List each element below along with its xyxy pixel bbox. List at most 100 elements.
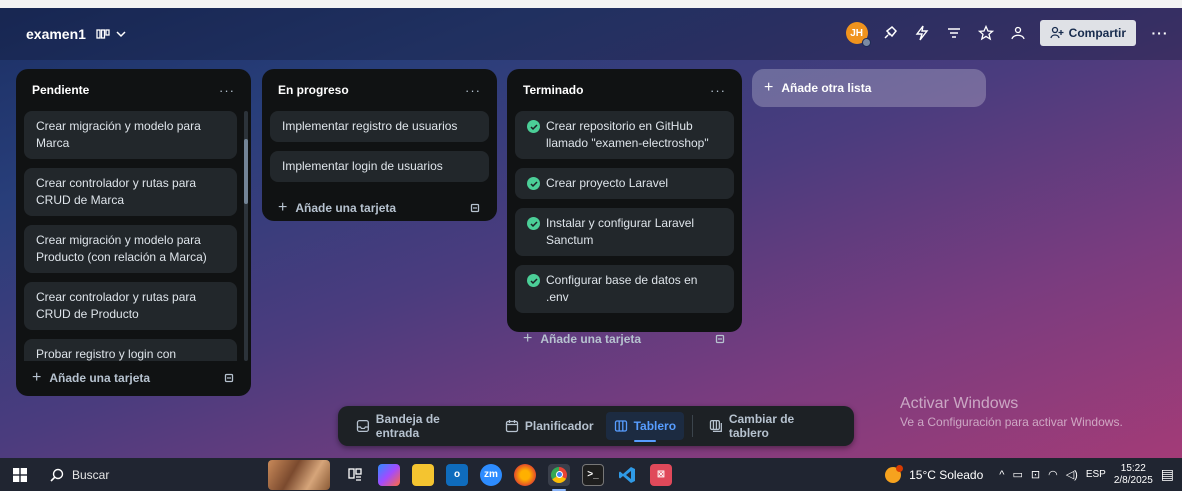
list-scrollbar[interactable] bbox=[244, 111, 248, 361]
card[interactable]: Crear proyecto Laravel bbox=[515, 168, 734, 199]
notifications-icon[interactable]: ▤ bbox=[1161, 466, 1174, 483]
list-menu-button[interactable]: ··· bbox=[710, 83, 726, 98]
chevron-down-icon bbox=[116, 31, 126, 38]
add-list-label: Añade otra lista bbox=[781, 81, 872, 95]
inbox-icon bbox=[356, 419, 369, 433]
volume-icon[interactable]: ◁) bbox=[1066, 468, 1078, 481]
star-icon[interactable] bbox=[976, 23, 996, 43]
plus-icon: + bbox=[764, 79, 774, 96]
add-card-label: Añade una tarjeta bbox=[540, 332, 642, 346]
weather-text[interactable]: 15°C Soleado bbox=[909, 468, 983, 482]
board-title[interactable]: examen1 bbox=[26, 26, 86, 42]
card-title: Crear repositorio en GitHub llamado "exa… bbox=[546, 119, 709, 150]
add-card-row: + Añade una tarjeta bbox=[515, 322, 734, 356]
divider bbox=[692, 415, 694, 437]
board-header: examen1 JH Compartir ··· bbox=[0, 8, 1182, 60]
xampp-icon[interactable]: ⊠ bbox=[650, 463, 672, 486]
vscode-icon[interactable] bbox=[616, 464, 638, 486]
card[interactable]: Crear controlador y rutas para CRUD de P… bbox=[24, 282, 237, 330]
list-title[interactable]: Pendiente bbox=[32, 83, 89, 97]
member-avatar[interactable]: JH bbox=[845, 22, 871, 47]
zoom-icon[interactable]: zm bbox=[480, 463, 502, 486]
inbox-button[interactable]: Bandeja de entrada bbox=[348, 412, 493, 440]
complete-check-icon[interactable] bbox=[527, 274, 540, 287]
plus-icon: + bbox=[278, 199, 288, 216]
add-person-icon bbox=[1050, 26, 1064, 39]
weather-alert-badge bbox=[896, 464, 904, 472]
chrome-icon[interactable] bbox=[548, 463, 570, 491]
template-icon[interactable] bbox=[714, 333, 726, 345]
taskbar-search[interactable]: Buscar bbox=[40, 458, 230, 491]
battery-icon[interactable]: ▭ bbox=[1012, 468, 1022, 481]
chevron-up-icon[interactable]: ^ bbox=[999, 469, 1004, 481]
file-explorer-icon[interactable] bbox=[412, 463, 434, 486]
card[interactable]: Crear controlador y rutas para CRUD de M… bbox=[24, 168, 237, 216]
list-title[interactable]: En progreso bbox=[278, 83, 349, 97]
card[interactable]: Probar registro y login con bbox=[24, 339, 237, 361]
avatar-badge bbox=[861, 38, 871, 47]
search-highlight-image[interactable] bbox=[268, 459, 330, 490]
search-icon bbox=[50, 468, 64, 482]
card[interactable]: Crear migración y modelo para Marca bbox=[24, 111, 237, 159]
filter-icon[interactable] bbox=[944, 23, 964, 43]
planner-button[interactable]: Planificador bbox=[497, 412, 602, 440]
complete-check-icon[interactable] bbox=[527, 217, 540, 230]
board-menu-button[interactable]: ··· bbox=[1148, 21, 1172, 45]
add-card-row: + Añade una tarjeta bbox=[270, 191, 489, 225]
card-title: Instalar y configurar Laravel Sanctum bbox=[546, 216, 695, 247]
clock-date: 2/8/2025 bbox=[1113, 474, 1153, 486]
template-icon[interactable] bbox=[469, 202, 481, 214]
board-button[interactable]: Tablero bbox=[605, 412, 685, 442]
window-top-strip bbox=[0, 0, 1182, 8]
inbox-label: Bandeja de entrada bbox=[375, 412, 440, 440]
complete-check-icon[interactable] bbox=[527, 120, 540, 133]
power-ups-icon[interactable] bbox=[880, 23, 900, 43]
board-icon bbox=[614, 420, 627, 432]
board-label: Tablero bbox=[633, 419, 677, 433]
plus-icon: + bbox=[32, 369, 42, 386]
header-actions: JH Compartir ··· bbox=[845, 20, 1172, 47]
weather-sun-icon[interactable] bbox=[885, 464, 904, 483]
complete-check-icon[interactable] bbox=[527, 177, 540, 190]
language-indicator[interactable]: ESP bbox=[1086, 469, 1106, 480]
add-card-button[interactable]: + Añade una tarjeta bbox=[278, 199, 396, 216]
list-header: Terminado ··· bbox=[515, 69, 734, 111]
outlook-icon[interactable]: o bbox=[446, 463, 468, 486]
card-title: Crear proyecto Laravel bbox=[546, 176, 669, 190]
firefox-icon[interactable] bbox=[514, 463, 536, 486]
board-view-switcher[interactable] bbox=[96, 28, 126, 40]
switch-board-button[interactable]: Cambiar de tablero bbox=[701, 412, 844, 440]
clock[interactable]: 15:22 2/8/2025 bbox=[1114, 463, 1153, 487]
system-tray: 15°C Soleado ^ ▭ ⊡ ◠ ◁) ESP 15:22 2/8/20… bbox=[885, 458, 1174, 491]
terminal-icon[interactable]: >_ bbox=[582, 463, 604, 486]
copilot-icon[interactable] bbox=[378, 463, 400, 486]
scrollbar-thumb[interactable] bbox=[244, 139, 248, 204]
network-icon[interactable]: ◠ bbox=[1048, 468, 1058, 481]
task-view-icon[interactable] bbox=[344, 464, 366, 486]
add-card-row: + Añade una tarjeta bbox=[24, 361, 243, 395]
list-pendiente: Pendiente ··· Crear migración y modelo p… bbox=[16, 69, 251, 396]
add-card-button[interactable]: + Añade una tarjeta bbox=[523, 331, 642, 347]
list-menu-button[interactable]: ··· bbox=[465, 83, 481, 98]
share-button[interactable]: Compartir bbox=[1039, 20, 1136, 46]
card[interactable]: Crear repositorio en GitHub llamado "exa… bbox=[515, 111, 734, 159]
visibility-icon[interactable] bbox=[1008, 23, 1028, 43]
clock-time: 15:22 bbox=[1120, 462, 1146, 474]
card[interactable]: Implementar login de usuarios bbox=[270, 151, 489, 182]
card[interactable]: Configurar base de datos en .env bbox=[515, 265, 734, 313]
card[interactable]: Crear migración y modelo para Producto (… bbox=[24, 225, 237, 273]
list-en-progreso: En progreso ··· Implementar registro de … bbox=[262, 69, 497, 221]
list-title[interactable]: Terminado bbox=[523, 83, 583, 97]
board-switcher-bar: Bandeja de entrada Planificador Tablero … bbox=[338, 406, 854, 446]
add-list-button[interactable]: + Añade otra lista bbox=[752, 69, 986, 107]
card[interactable]: Implementar registro de usuarios bbox=[270, 111, 489, 142]
card[interactable]: Instalar y configurar Laravel Sanctum bbox=[515, 208, 734, 256]
meet-icon[interactable]: ⊡ bbox=[1031, 468, 1040, 481]
add-card-button[interactable]: + Añade una tarjeta bbox=[32, 369, 150, 386]
card-title: Configurar base de datos en .env bbox=[546, 273, 698, 304]
template-icon[interactable] bbox=[223, 372, 235, 384]
start-button[interactable] bbox=[0, 458, 40, 491]
list-menu-button[interactable]: ··· bbox=[219, 83, 235, 98]
automation-icon[interactable] bbox=[912, 23, 932, 43]
card-container: Crear migración y modelo para Marca Crea… bbox=[24, 111, 243, 361]
